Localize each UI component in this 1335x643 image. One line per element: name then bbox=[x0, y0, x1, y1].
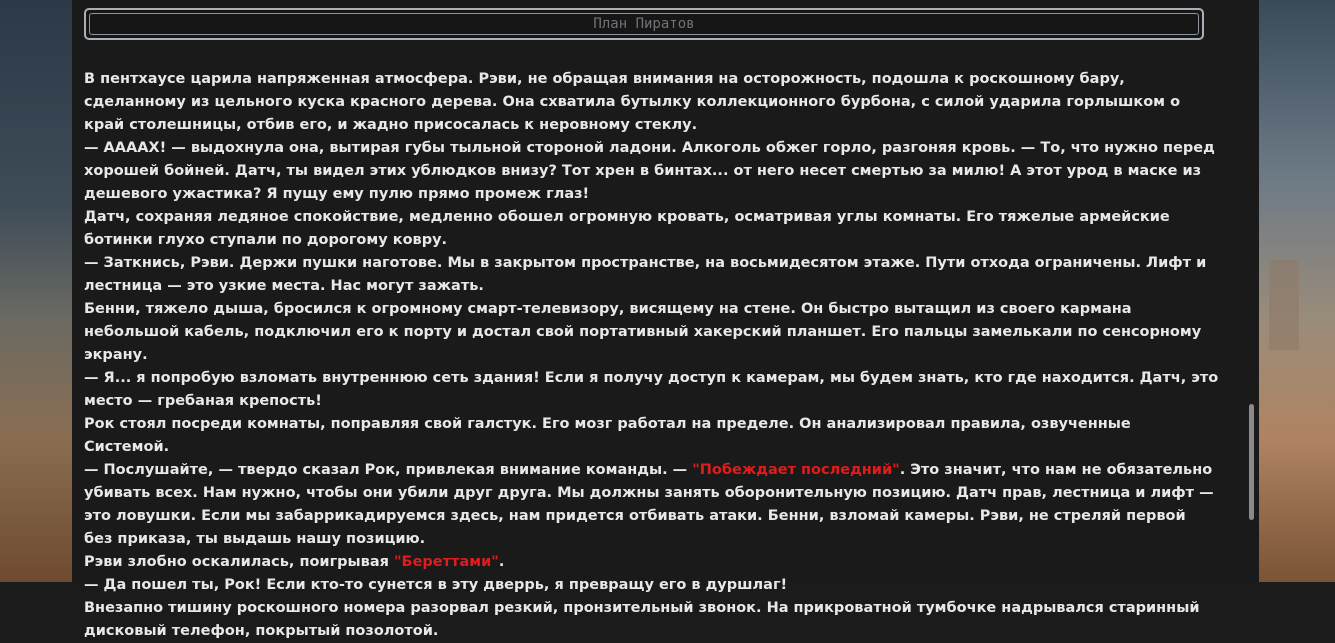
story-paragraph: — Послушайте, — твердо сказал Рок, привл… bbox=[84, 459, 1219, 551]
story-paragraph: Рэви злобно оскалилась, поигрывая "Берет… bbox=[84, 551, 1219, 574]
paragraph-text: — ААААХ! — выдохнула она, вытирая губы т… bbox=[84, 140, 1215, 202]
story-paragraph: Бенни, тяжело дыша, бросился к огромному… bbox=[84, 298, 1219, 367]
highlighted-phrase: "Побеждает последний" bbox=[692, 462, 900, 478]
story-paragraph: — ААААХ! — выдохнула она, вытирая губы т… bbox=[84, 137, 1219, 206]
paragraph-text: Внезапно тишину роскошного номера разорв… bbox=[84, 600, 1200, 639]
paragraph-text: — Послушайте, — твердо сказал Рок, привл… bbox=[84, 462, 693, 478]
story-paragraph: — Заткнись, Рэви. Держи пушки наготове. … bbox=[84, 252, 1219, 298]
story-panel: План Пиратов В пентхаусе царила напряжен… bbox=[72, 0, 1259, 639]
scrollbar[interactable] bbox=[1248, 0, 1256, 582]
story-paragraph: — Я... я попробую взломать внутреннюю се… bbox=[84, 367, 1219, 413]
paragraph-text: — Заткнись, Рэви. Держи пушки наготове. … bbox=[84, 255, 1207, 294]
paragraph-text: Рок стоял посреди комнаты, поправляя сво… bbox=[84, 416, 1131, 455]
story-paragraph: Рок стоял посреди комнаты, поправляя сво… bbox=[84, 413, 1219, 459]
paragraph-text: — Да пошел ты, Рок! Если кто-то сунется … bbox=[84, 577, 788, 593]
scrollbar-thumb[interactable] bbox=[1249, 404, 1254, 520]
paragraph-text: В пентхаусе царила напряженная атмосфера… bbox=[84, 71, 1181, 133]
paragraph-text: Рэви злобно оскалилась, поигрывая bbox=[84, 554, 394, 570]
background-left bbox=[0, 0, 72, 582]
chapter-title: План Пиратов bbox=[89, 13, 1199, 35]
story-paragraph: — Да пошел ты, Рок! Если кто-то сунется … bbox=[84, 574, 1219, 597]
chapter-title-box: План Пиратов bbox=[84, 8, 1204, 40]
paragraph-text: — Я... я попробую взломать внутреннюю се… bbox=[84, 370, 1219, 409]
highlighted-phrase: "Береттами" bbox=[393, 554, 499, 570]
story-paragraph: Внезапно тишину роскошного номера разорв… bbox=[84, 597, 1219, 643]
paragraph-text: Бенни, тяжело дыша, бросился к огромному… bbox=[84, 301, 1202, 363]
paragraph-text: Датч, сохраняя ледяное спокойствие, медл… bbox=[84, 209, 1170, 248]
paragraph-text: . bbox=[498, 554, 505, 570]
background-right bbox=[1259, 0, 1335, 582]
story-paragraph: В пентхаусе царила напряженная атмосфера… bbox=[84, 68, 1219, 137]
story-paragraph: Датч, сохраняя ледяное спокойствие, медл… bbox=[84, 206, 1219, 252]
story-text: В пентхаусе царила напряженная атмосфера… bbox=[84, 68, 1219, 643]
